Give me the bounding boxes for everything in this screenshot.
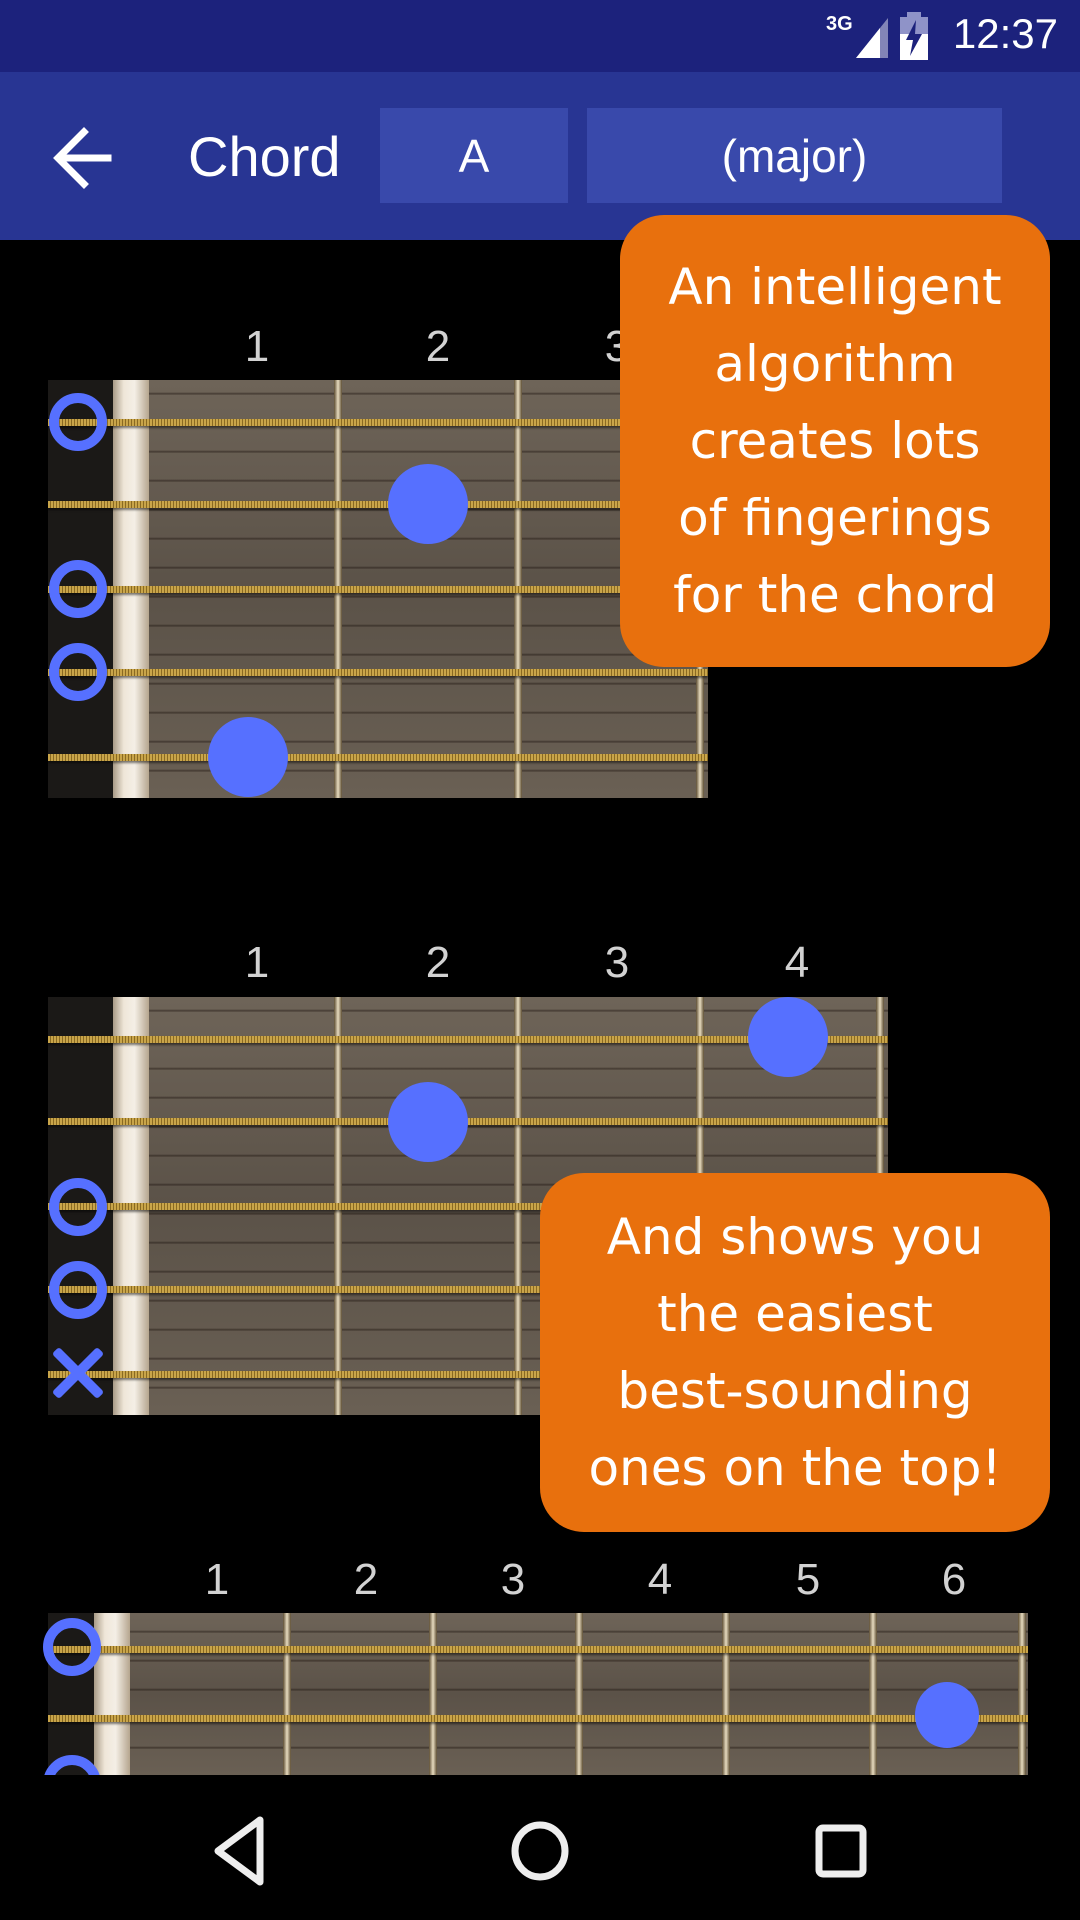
open-string-marker — [43, 1618, 101, 1676]
string — [48, 419, 708, 426]
string — [48, 754, 708, 761]
finger-dot — [748, 997, 828, 1077]
fret-number: 3 — [604, 938, 630, 987]
fret-wire — [429, 1613, 437, 1775]
network-type-label: 3G — [826, 13, 853, 35]
navigation-bar — [0, 1776, 1080, 1920]
battery-charging-icon — [900, 12, 928, 60]
string — [48, 1715, 1028, 1722]
string — [48, 1118, 888, 1125]
fret-number: 1 — [204, 1555, 230, 1604]
string — [48, 1646, 1028, 1653]
finger-dot — [388, 1082, 468, 1162]
back-triangle-icon[interactable] — [196, 1806, 286, 1896]
back-arrow-icon[interactable] — [50, 118, 120, 198]
clock: 12:37 — [952, 10, 1058, 57]
fret-number: 4 — [647, 1555, 673, 1604]
open-string-marker — [49, 643, 107, 701]
fret-wire — [283, 1613, 291, 1775]
fret-number: 1 — [244, 938, 270, 987]
fret-number: 2 — [425, 938, 451, 987]
finger-dot — [388, 464, 468, 544]
fret-wire — [1018, 1613, 1026, 1775]
chord-type-selector[interactable]: (major) — [587, 108, 1002, 203]
open-string-marker — [49, 393, 107, 451]
string — [48, 501, 708, 508]
fret-wire — [722, 1613, 730, 1775]
fret-number: 6 — [941, 1555, 967, 1604]
fret-number: 1 — [244, 322, 270, 371]
finger-dot — [915, 1682, 979, 1748]
open-string-marker — [49, 1178, 107, 1236]
fret-wire — [575, 1613, 583, 1775]
string — [48, 586, 708, 593]
open-string-marker — [43, 1755, 101, 1775]
home-circle-icon[interactable] — [495, 1806, 585, 1896]
fret-number: 2 — [353, 1555, 379, 1604]
finger-dot — [208, 717, 288, 797]
clipped-marker-container — [40, 1752, 110, 1775]
fret-number: 3 — [500, 1555, 526, 1604]
fret-number: 2 — [425, 322, 451, 371]
open-string-marker — [49, 560, 107, 618]
open-string-marker — [49, 1261, 107, 1319]
fret-number: 5 — [795, 1555, 821, 1604]
page-title: Chord — [188, 125, 341, 188]
fret-wire — [869, 1613, 877, 1775]
recents-square-icon[interactable] — [795, 1806, 885, 1896]
callout-bubble: An intelligent algorithm creates lots of… — [620, 215, 1050, 667]
fretboard — [48, 1613, 1028, 1775]
fret-number: 4 — [784, 938, 810, 987]
status-bar: 3G 12:37 — [0, 0, 1080, 72]
fretboard — [48, 380, 708, 798]
cell-signal-icon: 3G — [826, 13, 888, 58]
string — [48, 669, 708, 676]
callout-bubble: And shows you the easiest best-sounding … — [540, 1173, 1050, 1532]
root-note-selector[interactable]: A — [380, 108, 568, 203]
muted-string-marker — [48, 1343, 108, 1403]
